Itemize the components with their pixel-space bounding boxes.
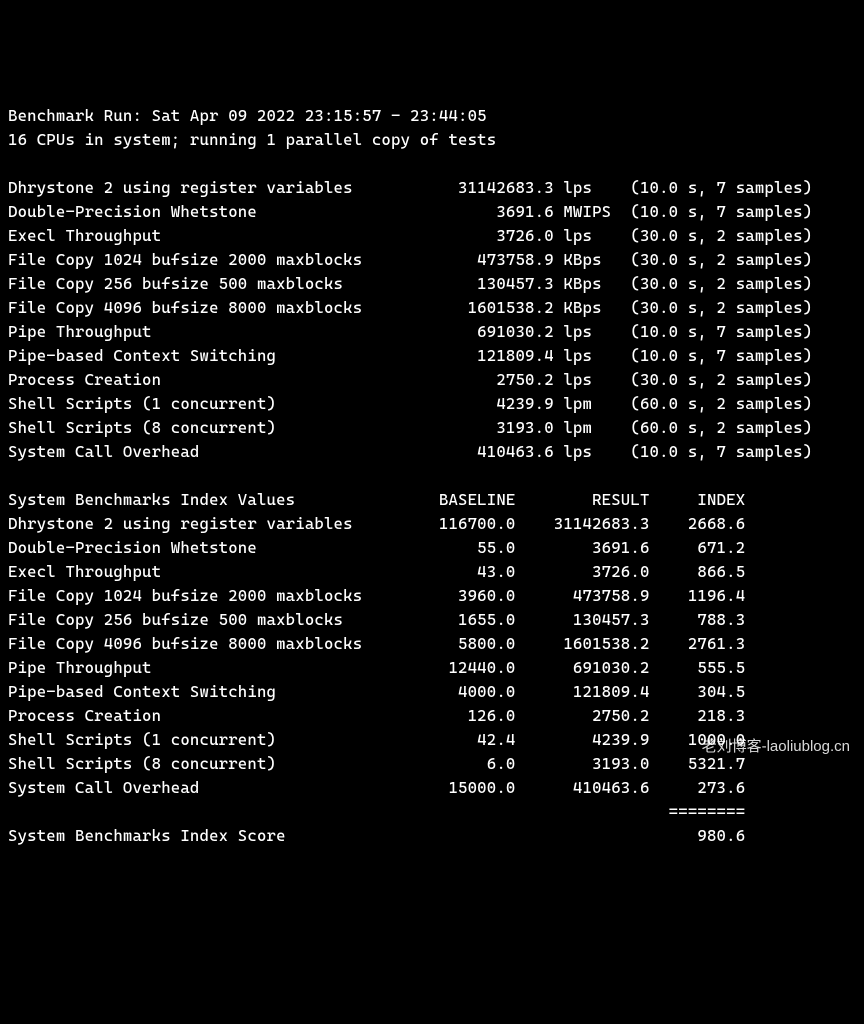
cpu-line: 16 CPUs in system; running 1 parallel co…	[8, 130, 496, 149]
run-line: Benchmark Run: Sat Apr 09 2022 23:15:57 …	[8, 106, 487, 125]
index-header-row: System Benchmarks Index Values BASELINE …	[8, 490, 745, 509]
watermark-text: 老刘博客-laoliublog.cn	[702, 736, 850, 759]
index-rows-block: Dhrystone 2 using register variables 116…	[8, 514, 745, 797]
score-divider-row: ========	[8, 802, 745, 821]
score-row: System Benchmarks Index Score 980.6	[8, 826, 745, 845]
tests-block: Dhrystone 2 using register variables 311…	[8, 178, 812, 461]
